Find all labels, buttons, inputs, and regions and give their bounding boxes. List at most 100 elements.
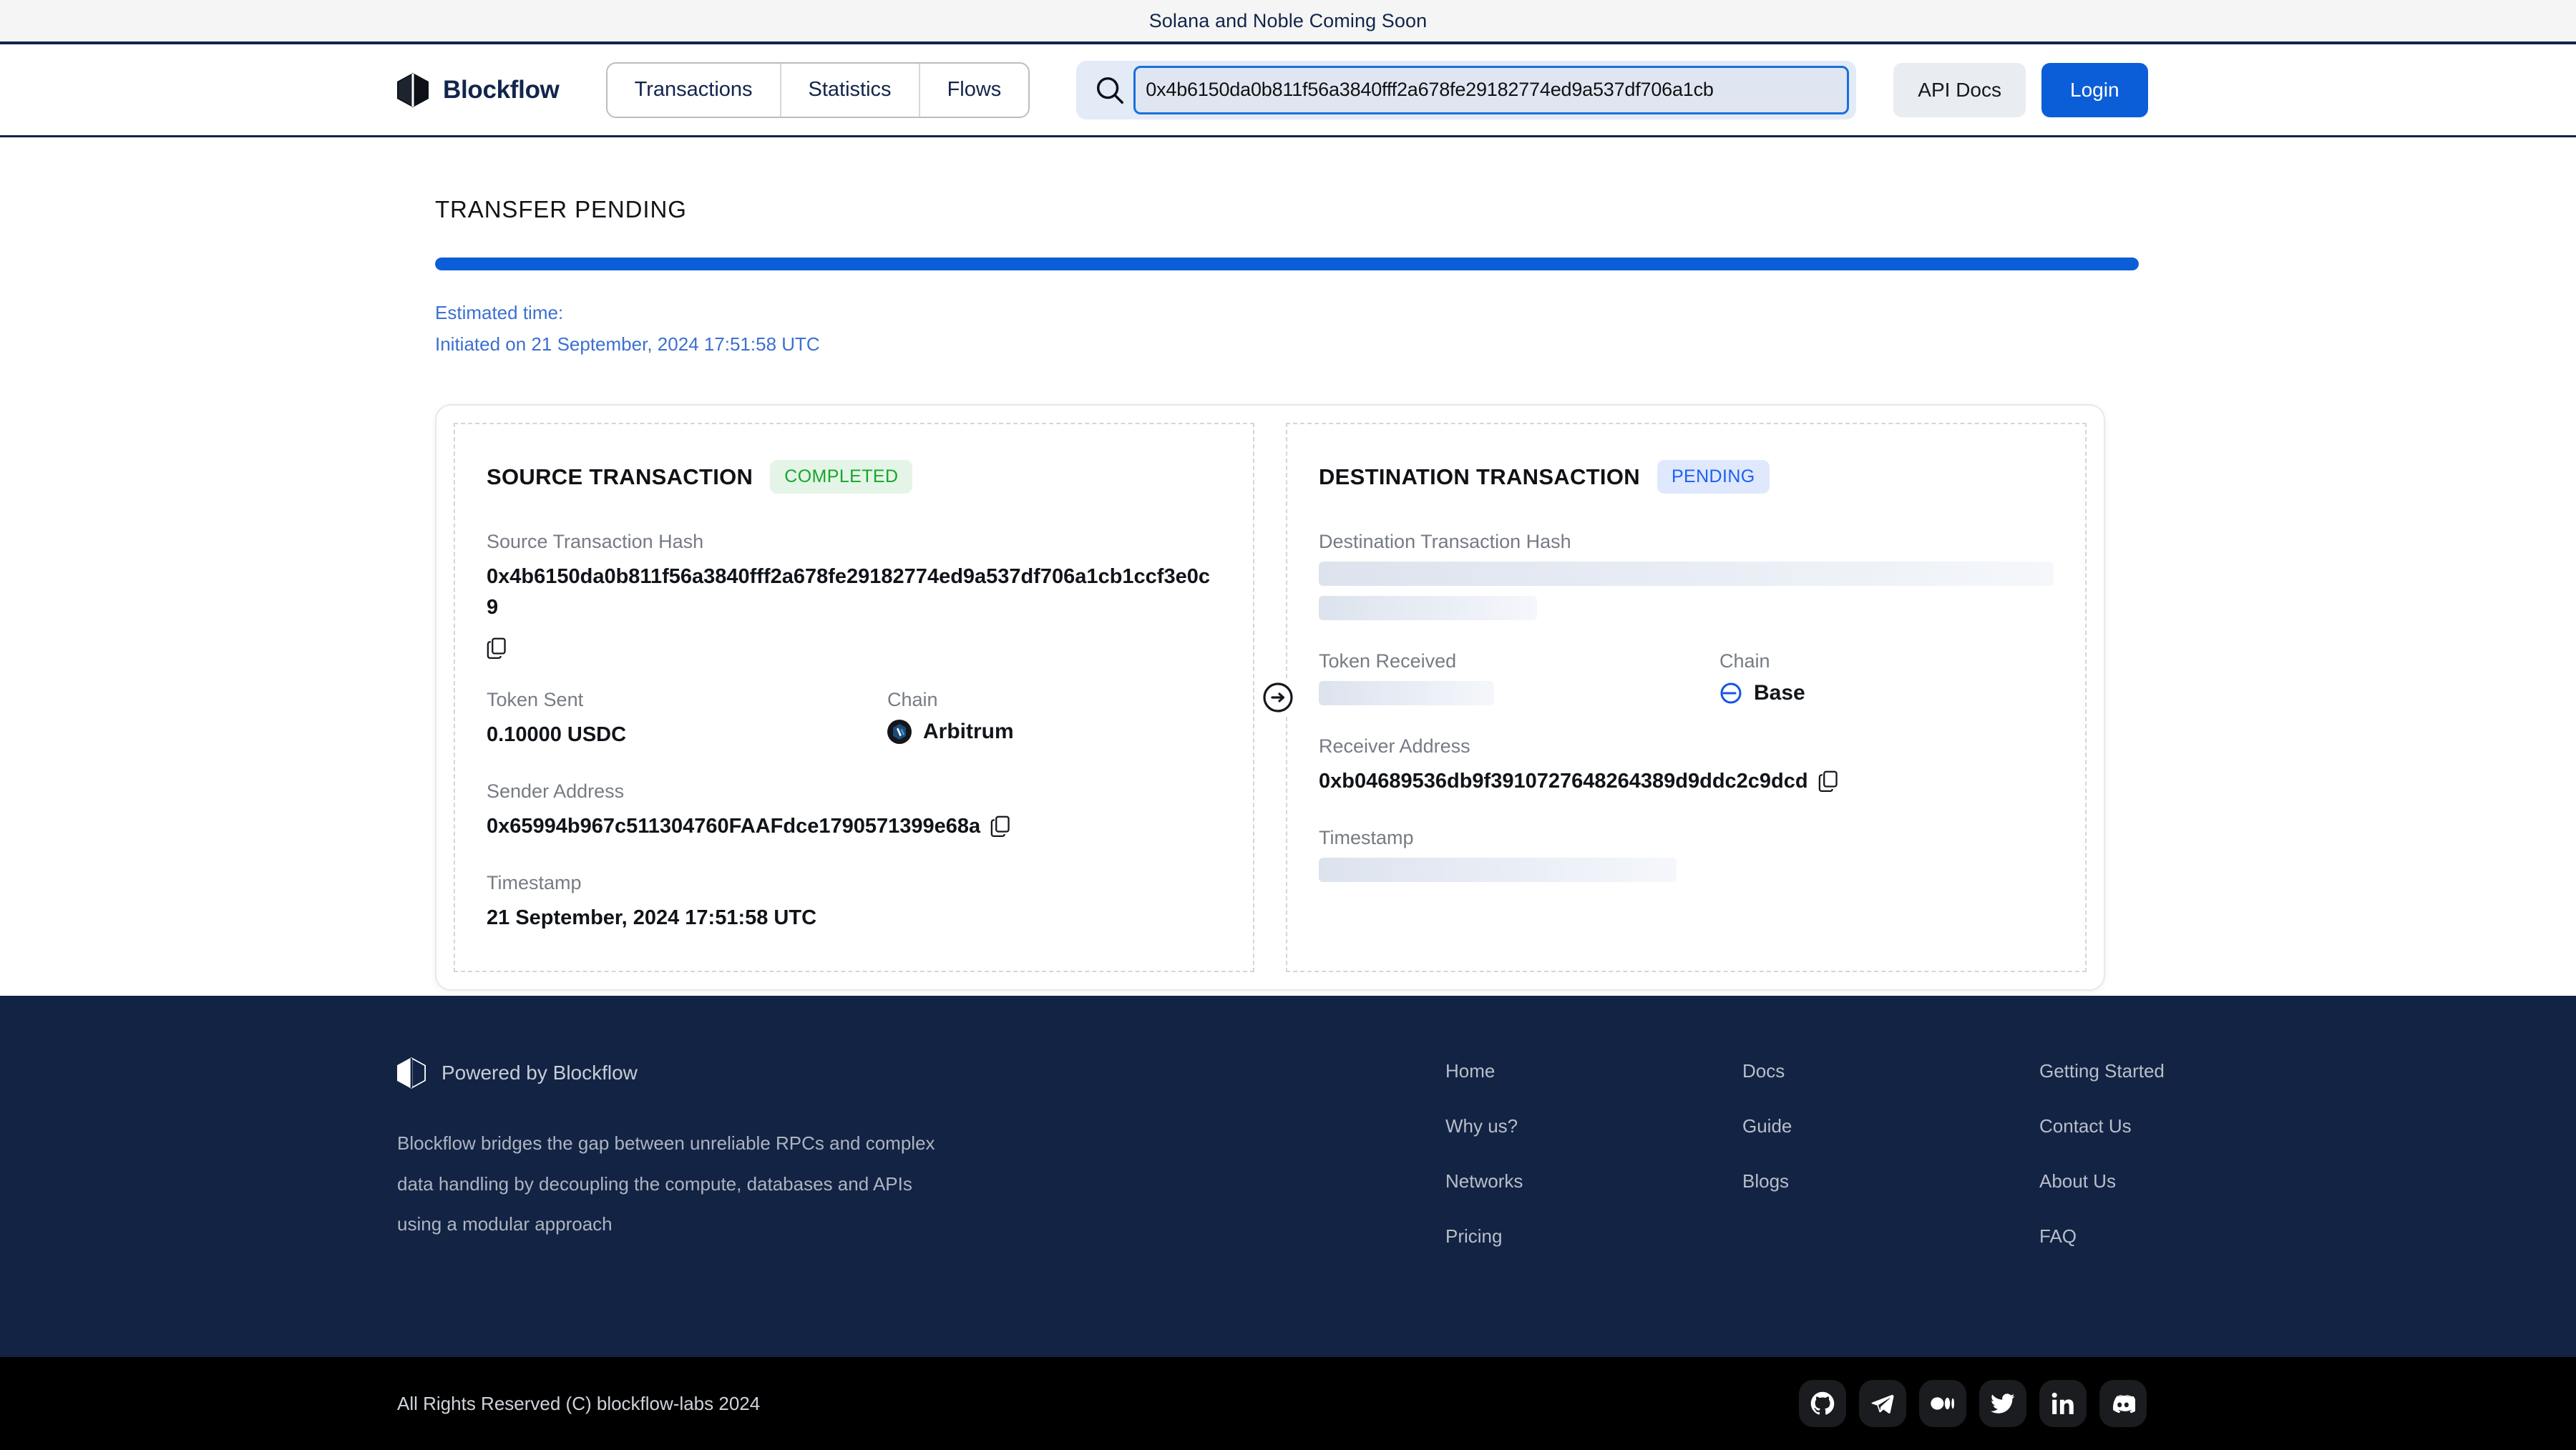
twitter-icon [1991, 1393, 2015, 1414]
medium-icon [1931, 1397, 1955, 1410]
destination-transaction-card: DESTINATION TRANSACTION PENDING Destinat… [1286, 423, 2087, 972]
search-icon[interactable] [1093, 74, 1126, 107]
skeleton-line [1319, 596, 1537, 621]
source-hash-field: Source Transaction Hash 0x4b6150da0b811f… [487, 531, 1221, 660]
footer-link-docs[interactable]: Docs [1742, 1060, 2039, 1082]
announcement-text: Solana and Noble Coming Soon [1148, 9, 1428, 31]
social-links [1799, 1380, 2147, 1427]
source-token-value: 0.10000 USDC [487, 723, 627, 747]
destination-address-label: Receiver Address [1319, 735, 1470, 758]
brand-logo-link[interactable]: Blockflow [397, 72, 560, 107]
source-hash-value-row: 0x4b6150da0b811f56a3840fff2a678fe2918277… [487, 562, 1221, 660]
source-status-badge: COMPLETED [770, 460, 913, 494]
estimated-time-label: Estimated time: [435, 302, 564, 323]
footer-about: Powered by Blockflow Blockflow bridges t… [397, 1057, 1445, 1357]
transfer-progress-fill [435, 258, 2139, 270]
skeleton-line [1319, 858, 1677, 883]
footer-link-home[interactable]: Home [1445, 1060, 1742, 1082]
destination-token-label: Token Received [1319, 650, 1457, 672]
telegram-icon [1871, 1394, 1894, 1414]
main-content: TRANSFER PENDING Estimated time: Initiat… [0, 137, 2576, 996]
social-link-twitter[interactable] [1979, 1380, 2026, 1427]
transfer-timing: Estimated time: Initiated on 21 Septembe… [435, 298, 2576, 360]
footer-link-getting-started[interactable]: Getting Started [2039, 1060, 2336, 1082]
social-link-telegram[interactable] [1859, 1380, 1906, 1427]
destination-timestamp-label: Timestamp [1319, 827, 1414, 849]
arrow-right-circle-icon [1263, 682, 1293, 712]
footer-link-columns: Home Why us? Networks Pricing Docs Guide… [1445, 1057, 2576, 1357]
footer-link-networks[interactable]: Networks [1445, 1170, 1742, 1192]
search-container [1076, 60, 1857, 119]
footer-link-pricing[interactable]: Pricing [1445, 1225, 1742, 1248]
footer-link-about-us[interactable]: About Us [2039, 1170, 2336, 1192]
nav-item-transactions[interactable]: Transactions [607, 63, 781, 117]
copyright-text: All Rights Reserved (C) blockflow-labs 2… [397, 1392, 761, 1414]
copy-icon[interactable] [1818, 770, 1838, 793]
site-header: Blockflow Transactions Statistics Flows … [0, 44, 2576, 137]
copy-icon[interactable] [990, 815, 1010, 838]
base-chain-icon [1720, 682, 1742, 704]
source-address-field: Sender Address 0x65994b967c511304760FAAF… [487, 780, 1221, 842]
source-hash-value: 0x4b6150da0b811f56a3840fff2a678fe2918277… [487, 565, 1210, 619]
source-card-title: SOURCE TRANSACTION [487, 464, 753, 489]
transfer-status-title: TRANSFER PENDING [435, 196, 687, 222]
destination-chain-value-row: Base [1719, 681, 2054, 705]
source-address-label: Sender Address [487, 780, 625, 803]
blockflow-hexagon-logo [397, 1057, 426, 1089]
header-actions: API Docs Login [1893, 62, 2148, 117]
destination-token-chain-row: Token Received Chain Base [1319, 650, 2054, 706]
destination-status-badge: PENDING [1657, 460, 1770, 494]
footer-link-guide[interactable]: Guide [1742, 1115, 2039, 1137]
github-icon [1810, 1391, 1835, 1415]
destination-address-value: 0xb04689536db9f3910727648264389d9ddc2c9d… [1319, 770, 1808, 793]
footer-link-faq[interactable]: FAQ [2039, 1225, 2336, 1248]
nav-item-statistics[interactable]: Statistics [781, 63, 920, 117]
footer-column-2: Docs Guide Blogs [1742, 1060, 2039, 1357]
social-link-github[interactable] [1799, 1380, 1846, 1427]
destination-chain-label: Chain [1719, 650, 1770, 672]
source-transaction-card: SOURCE TRANSACTION COMPLETED Source Tran… [454, 423, 1254, 972]
social-link-linkedin[interactable] [2039, 1380, 2087, 1427]
destination-timestamp-field: Timestamp [1319, 827, 2054, 883]
destination-card-title: DESTINATION TRANSACTION [1319, 464, 1640, 489]
skeleton-line [1319, 562, 2054, 587]
transfer-direction-arrow [1259, 679, 1297, 717]
login-button[interactable]: Login [2041, 62, 2148, 117]
source-card-header: SOURCE TRANSACTION COMPLETED [487, 460, 1221, 494]
source-chain-label: Chain [887, 689, 938, 711]
destination-address-field: Receiver Address 0xb04689536db9f39107276… [1319, 735, 2054, 797]
social-link-discord[interactable] [2099, 1380, 2147, 1427]
source-chain-name: Arbitrum [923, 720, 1014, 744]
footer-link-why-us[interactable]: Why us? [1445, 1115, 1742, 1137]
initiated-time-text: Initiated on 21 September, 2024 17:51:58… [435, 333, 820, 355]
footer-bottom-bar: All Rights Reserved (C) blockflow-labs 2… [0, 1357, 2576, 1450]
destination-hash-skeleton [1319, 562, 2054, 621]
source-chain-field: Chain Arbitrum [887, 689, 1221, 750]
source-token-chain-row: Token Sent 0.10000 USDC Chain Arbitrum [487, 689, 1221, 750]
source-hash-label: Source Transaction Hash [487, 531, 704, 553]
announcement-banner: Solana and Noble Coming Soon [0, 0, 2576, 44]
search-input[interactable] [1133, 65, 1850, 114]
footer-powered-by: Powered by Blockflow [441, 1062, 638, 1084]
nav-item-flows[interactable]: Flows [919, 63, 1029, 117]
transaction-cards-panel: SOURCE TRANSACTION COMPLETED Source Tran… [435, 404, 2105, 991]
source-timestamp-value: 21 September, 2024 17:51:58 UTC [487, 906, 817, 929]
transfer-progress-bar [435, 258, 2139, 270]
blockflow-hexagon-logo [397, 72, 429, 107]
footer-link-contact-us[interactable]: Contact Us [2039, 1115, 2336, 1137]
social-link-medium[interactable] [1919, 1380, 1966, 1427]
copy-icon[interactable] [487, 637, 507, 660]
destination-chain-name: Base [1754, 681, 1805, 705]
footer-link-blogs[interactable]: Blogs [1742, 1170, 2039, 1192]
site-footer: Powered by Blockflow Blockflow bridges t… [0, 996, 2576, 1357]
api-docs-button[interactable]: API Docs [1893, 62, 2026, 117]
skeleton-line [1319, 681, 1494, 706]
discord-icon [2112, 1394, 2135, 1414]
destination-hash-label: Destination Transaction Hash [1319, 531, 1571, 553]
primary-nav: Transactions Statistics Flows [605, 62, 1030, 118]
brand-name: Blockflow [443, 75, 560, 104]
source-chain-value-row: Arbitrum [887, 720, 1221, 745]
arbitrum-chain-icon [887, 720, 912, 745]
source-token-label: Token Sent [487, 689, 584, 711]
footer-brand: Powered by Blockflow [397, 1057, 1445, 1089]
